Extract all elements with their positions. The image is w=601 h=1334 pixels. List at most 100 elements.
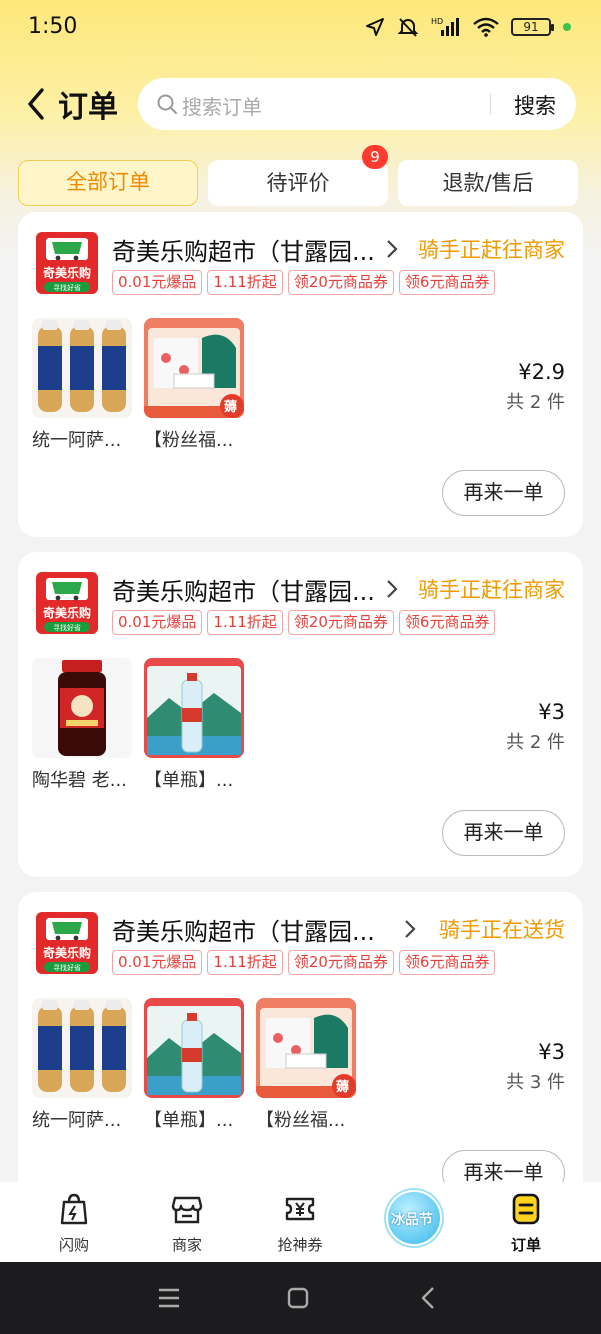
order-status: 骑手正赶往商家 xyxy=(418,238,565,262)
reorder-button[interactable]: 再来一单 xyxy=(442,470,565,516)
item-name: 【单瓶】... xyxy=(144,770,234,791)
back-arrow-icon[interactable] xyxy=(22,86,52,122)
search-divider xyxy=(490,93,491,115)
item-count: 共 2 件 xyxy=(506,732,565,753)
nav-label: 商家 xyxy=(171,1236,202,1254)
tab-all-orders[interactable]: 全部订单 xyxy=(18,160,198,206)
item-thumbnails: 陶华碧 老... 【单瓶】... xyxy=(32,658,244,792)
order-card[interactable]: 奇美乐购 寻找好省 奇美乐购超市（甘露园... 骑手正赶往商家 0.01元爆品 … xyxy=(18,212,583,537)
coupon-icon xyxy=(285,1197,315,1221)
reorder-button[interactable]: 再来一单 xyxy=(442,810,565,856)
order-price: ¥3 xyxy=(538,1040,565,1064)
back-key-icon[interactable] xyxy=(418,1286,438,1310)
chevron-right-icon[interactable] xyxy=(384,238,400,260)
tea-bottles-image xyxy=(32,998,132,1098)
search-bar[interactable]: 搜索订单 搜索 xyxy=(138,78,576,130)
home-key-icon[interactable] xyxy=(286,1286,310,1310)
order-status: 骑手正赶往商家 xyxy=(418,578,565,602)
nav-label: 订单 xyxy=(510,1236,541,1254)
shop-logo: 奇美乐购 寻找好省 xyxy=(36,912,98,974)
chevron-right-icon[interactable] xyxy=(384,578,400,600)
promo-tag: 领20元商品券 xyxy=(287,950,394,975)
logo-text: 奇美乐购 xyxy=(43,945,91,960)
header: 订单 搜索订单 搜索 xyxy=(0,76,601,132)
search-button[interactable]: 搜索 xyxy=(514,90,556,120)
logo-text: 奇美乐购 xyxy=(43,605,91,620)
ice-festival-icon[interactable]: 冰品节 xyxy=(386,1190,442,1246)
promo-tag: 0.01元爆品 xyxy=(112,270,203,295)
search-placeholder[interactable]: 搜索订单 xyxy=(182,91,262,120)
gift-stamp: 薅 xyxy=(336,1080,350,1095)
tea-bottles-image xyxy=(32,318,132,418)
order-item[interactable]: 统一阿萨... xyxy=(32,998,132,1132)
nav-coupons[interactable]: 抢神券 xyxy=(260,1192,340,1255)
promo-tag: 0.01元爆品 xyxy=(112,950,203,975)
battery-icon: 91 xyxy=(511,18,554,36)
status-icons: HD 91 xyxy=(365,16,571,38)
item-name: 【粉丝福... xyxy=(256,1110,346,1131)
promo-tag: 1.11折起 xyxy=(207,610,283,635)
store-icon xyxy=(171,1196,203,1224)
order-price: ¥2.9 xyxy=(518,360,565,384)
gift-box-image: 薅 xyxy=(256,998,356,1098)
shop-name[interactable]: 奇美乐购超市（甘露园... xyxy=(112,912,375,947)
order-item[interactable]: 薅 【粉丝福... xyxy=(144,318,244,452)
item-name: 陶华碧 老... xyxy=(32,770,127,791)
item-count: 共 3 件 xyxy=(506,1072,565,1093)
order-item[interactable]: 【单瓶】... xyxy=(144,658,244,792)
item-count: 共 2 件 xyxy=(506,392,565,413)
promo-tag: 领6元商品券 xyxy=(398,950,496,975)
promo-tag: 0.01元爆品 xyxy=(112,610,203,635)
hd-signal-icon: HD xyxy=(431,17,459,36)
location-icon xyxy=(366,18,384,36)
order-status: 骑手正在送货 xyxy=(439,918,565,942)
promo-tags: 0.01元爆品 1.11折起 领20元商品券 领6元商品券 xyxy=(112,270,496,295)
status-bar: 1:50 HD 91 xyxy=(0,0,601,58)
chevron-right-icon[interactable] xyxy=(402,918,418,940)
promo-tag: 领6元商品券 xyxy=(398,270,496,295)
search-icon xyxy=(157,94,177,114)
nav-flash-buy[interactable]: 闪购 xyxy=(34,1192,114,1255)
nav-merchants[interactable]: 商家 xyxy=(147,1192,227,1255)
promo-tag: 1.11折起 xyxy=(207,950,283,975)
water-bottle-image xyxy=(144,658,244,758)
order-item[interactable]: 统一阿萨... xyxy=(32,318,132,452)
charging-dot xyxy=(563,23,571,31)
nav-orders[interactable]: 订单 xyxy=(486,1192,566,1255)
promo-tag: 领20元商品券 xyxy=(287,610,394,635)
gift-box-image: 薅 xyxy=(144,318,244,418)
order-item[interactable]: 薅 【粉丝福... xyxy=(256,998,356,1132)
system-navigation-bar xyxy=(0,1262,601,1334)
promo-tags: 0.01元爆品 1.11折起 领20元商品券 领6元商品券 xyxy=(112,610,496,635)
promo-tag: 领20元商品券 xyxy=(287,270,394,295)
flash-bag-icon xyxy=(60,1193,88,1225)
mute-icon xyxy=(397,18,419,37)
nav-label: 抢神券 xyxy=(277,1236,323,1254)
order-icon xyxy=(512,1193,540,1225)
order-tabs: 全部订单 待评价 9 退款/售后 xyxy=(18,145,578,206)
item-name: 【单瓶】... xyxy=(144,1110,234,1131)
item-name: 统一阿萨... xyxy=(32,430,122,451)
shop-name[interactable]: 奇美乐购超市（甘露园... xyxy=(112,232,375,267)
shop-name[interactable]: 奇美乐购超市（甘露园... xyxy=(112,572,375,607)
item-name: 【粉丝福... xyxy=(144,430,234,451)
order-card[interactable]: 奇美乐购 寻找好省 奇美乐购超市（甘露园... 骑手正赶往商家 0.01元爆品 … xyxy=(18,552,583,877)
item-name: 统一阿萨... xyxy=(32,1110,122,1131)
logo-text: 奇美乐购 xyxy=(43,265,91,280)
order-item[interactable]: 陶华碧 老... xyxy=(32,658,132,792)
logo-subtext: 寻找好省 xyxy=(53,623,81,632)
nav-label: 闪购 xyxy=(58,1236,89,1254)
chili-sauce-image xyxy=(32,658,132,758)
bottom-navigation: 闪购 商家 抢神券 冰品节 订单 xyxy=(0,1182,601,1262)
pending-review-badge: 9 xyxy=(362,145,388,169)
promo-tags: 0.01元爆品 1.11折起 领20元商品券 领6元商品券 xyxy=(112,950,496,975)
menu-key-icon[interactable] xyxy=(156,1286,182,1310)
logo-subtext: 寻找好省 xyxy=(53,283,81,292)
promo-tag: 领6元商品券 xyxy=(398,610,496,635)
tab-pending-review[interactable]: 待评价 xyxy=(208,160,388,206)
shop-logo: 奇美乐购 寻找好省 xyxy=(36,572,98,634)
order-item[interactable]: 【单瓶】... xyxy=(144,998,244,1132)
logo-subtext: 寻找好省 xyxy=(53,963,81,972)
order-card[interactable]: 奇美乐购 寻找好省 奇美乐购超市（甘露园... 骑手正在送货 0.01元爆品 1… xyxy=(18,892,583,1212)
tab-refund-aftersale[interactable]: 退款/售后 xyxy=(398,160,578,206)
